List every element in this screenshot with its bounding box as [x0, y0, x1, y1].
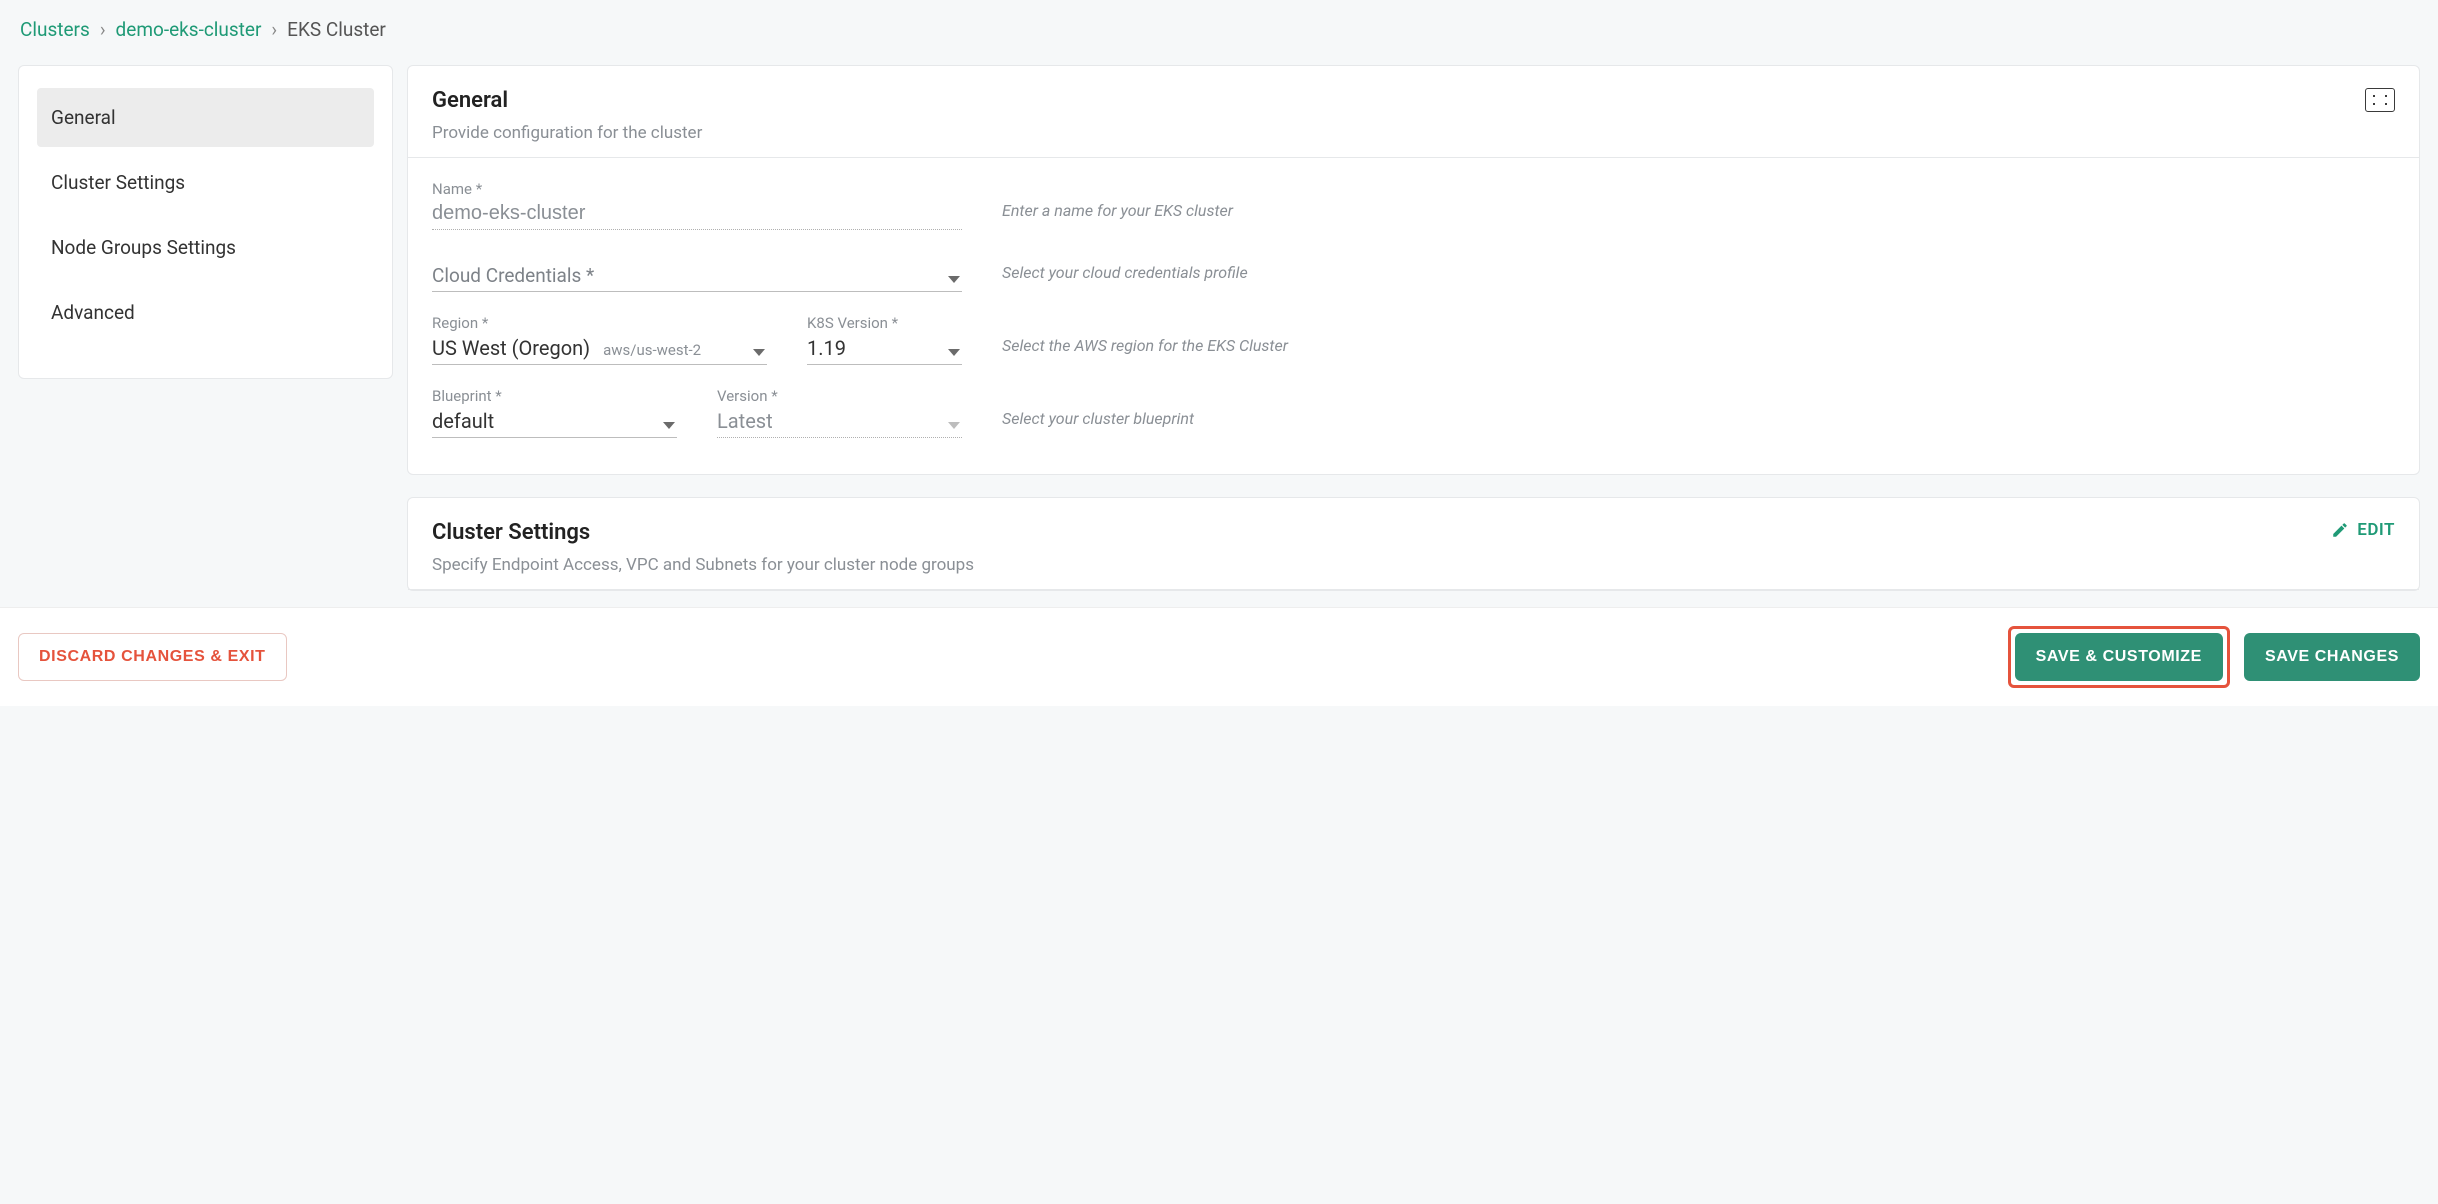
name-field[interactable]: Name * — [432, 180, 962, 230]
general-title: General — [432, 88, 702, 113]
name-help: Enter a name for your EKS cluster — [1002, 201, 2395, 230]
chevron-down-icon — [948, 349, 960, 356]
cluster-settings-subtitle: Specify Endpoint Access, VPC and Subnets… — [432, 555, 974, 575]
sidebar-item-cluster-settings[interactable]: Cluster Settings — [37, 153, 374, 212]
general-card: General Provide configuration for the cl… — [407, 65, 2420, 475]
sidebar: General Cluster Settings Node Groups Set… — [18, 65, 393, 379]
sidebar-item-label: Node Groups Settings — [51, 236, 236, 259]
sidebar-item-label: General — [51, 106, 116, 129]
sidebar-item-label: Advanced — [51, 301, 135, 324]
edit-label: EDIT — [2357, 520, 2395, 540]
chevron-right-icon: › — [271, 18, 277, 41]
chevron-down-icon — [948, 276, 960, 283]
chevron-down-icon — [948, 422, 960, 429]
cluster-settings-card: Cluster Settings Specify Endpoint Access… — [407, 497, 2420, 591]
blueprint-value: default — [432, 407, 677, 437]
cloud-credentials-select[interactable]: Cloud Credentials * — [432, 262, 962, 292]
breadcrumb-root[interactable]: Clusters — [20, 18, 90, 41]
sidebar-item-label: Cluster Settings — [51, 171, 185, 194]
sidebar-item-node-groups[interactable]: Node Groups Settings — [37, 218, 374, 277]
k8s-version-select[interactable]: K8S Version * 1.19 — [807, 314, 962, 365]
region-sub: aws/us-west-2 — [603, 341, 701, 359]
edit-button[interactable]: EDIT — [2331, 520, 2395, 540]
blueprint-label: Blueprint * — [432, 387, 677, 405]
region-value: US West (Oregon) — [432, 336, 590, 360]
cloud-credentials-help: Select your cloud credentials profile — [1002, 263, 2395, 292]
k8s-value: 1.19 — [807, 334, 962, 364]
version-label: Version * — [717, 387, 962, 405]
chevron-right-icon: › — [100, 18, 106, 41]
name-label: Name * — [432, 180, 962, 198]
version-value: Latest — [717, 407, 962, 437]
chevron-down-icon — [753, 349, 765, 356]
highlight-annotation: SAVE & CUSTOMIZE — [2008, 626, 2230, 688]
k8s-label: K8S Version * — [807, 314, 962, 332]
sidebar-item-general[interactable]: General — [37, 88, 374, 147]
general-subtitle: Provide configuration for the cluster — [432, 123, 702, 143]
chevron-down-icon — [663, 422, 675, 429]
blueprint-help: Select your cluster blueprint — [1002, 409, 2395, 438]
save-customize-button[interactable]: SAVE & CUSTOMIZE — [2015, 633, 2223, 681]
region-label: Region * — [432, 314, 767, 332]
version-select[interactable]: Version * Latest — [717, 387, 962, 438]
footer-bar: DISCARD CHANGES & EXIT SAVE & CUSTOMIZE … — [0, 607, 2438, 706]
blueprint-select[interactable]: Blueprint * default — [432, 387, 677, 438]
breadcrumb-current: EKS Cluster — [287, 18, 386, 41]
save-changes-button[interactable]: SAVE CHANGES — [2244, 633, 2420, 681]
discard-button[interactable]: DISCARD CHANGES & EXIT — [18, 633, 287, 681]
expand-icon[interactable] — [2365, 88, 2395, 112]
pencil-icon — [2331, 521, 2349, 539]
breadcrumb: Clusters › demo-eks-cluster › EKS Cluste… — [18, 18, 2420, 41]
cloud-credentials-label: Cloud Credentials * — [432, 262, 962, 291]
cluster-settings-title: Cluster Settings — [432, 520, 974, 545]
breadcrumb-cluster[interactable]: demo-eks-cluster — [116, 18, 262, 41]
region-help: Select the AWS region for the EKS Cluste… — [1002, 336, 2395, 365]
region-select[interactable]: Region * US West (Oregon) aws/us-west-2 — [432, 314, 767, 365]
name-input[interactable] — [432, 200, 962, 229]
sidebar-item-advanced[interactable]: Advanced — [37, 283, 374, 342]
